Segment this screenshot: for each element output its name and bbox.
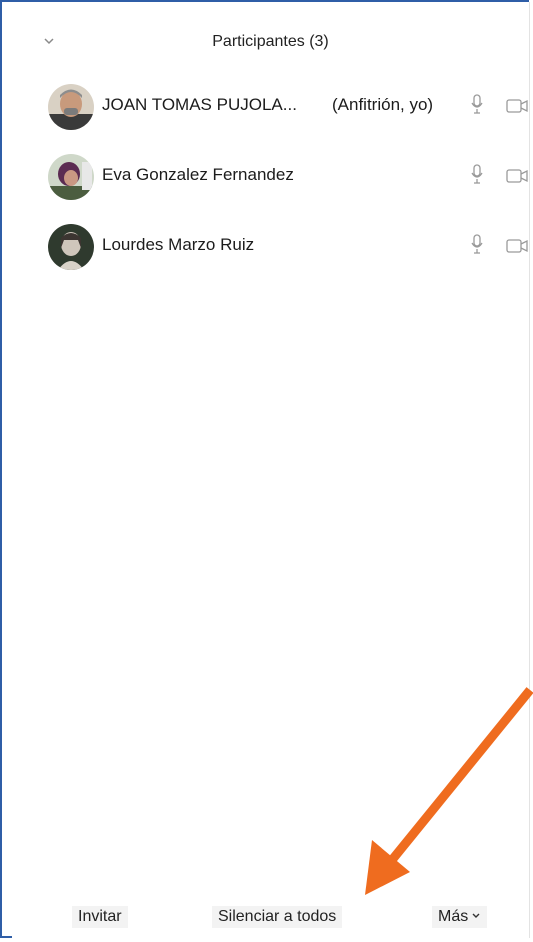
chevron-down-icon bbox=[471, 908, 481, 926]
more-button-label: Más bbox=[438, 908, 469, 925]
video-camera-icon[interactable] bbox=[506, 168, 530, 184]
avatar bbox=[48, 84, 94, 130]
microphone-icon[interactable] bbox=[470, 163, 484, 187]
microphone-icon[interactable] bbox=[470, 93, 484, 117]
participant-role: (Anfitrión, yo) bbox=[332, 95, 434, 114]
participant-row[interactable]: JOAN TOMAS PUJOLA... (Anfitrión, yo) bbox=[12, 78, 529, 134]
more-button[interactable]: Más bbox=[432, 906, 488, 928]
video-camera-icon[interactable] bbox=[506, 98, 530, 114]
invite-button[interactable]: Invitar bbox=[72, 906, 128, 928]
avatar bbox=[48, 154, 94, 200]
mute-all-button[interactable]: Silenciar a todos bbox=[212, 906, 343, 928]
mute-all-button-label: Silenciar a todos bbox=[218, 908, 337, 925]
participant-row[interactable]: Lourdes Marzo Ruiz bbox=[12, 218, 529, 274]
panel-title: Participantes (3) bbox=[212, 33, 329, 50]
window-frame: Participantes (3) JOAN TOMAS PUJOLA... (… bbox=[0, 0, 530, 938]
video-camera-icon[interactable] bbox=[506, 238, 530, 254]
participant-name: JOAN TOMAS PUJOLA... bbox=[102, 95, 297, 114]
participant-name: Eva Gonzalez Fernandez bbox=[102, 165, 294, 184]
participants-panel: Participantes (3) JOAN TOMAS PUJOLA... (… bbox=[12, 2, 530, 938]
microphone-icon[interactable] bbox=[470, 233, 484, 257]
panel-footer: Invitar Silenciar a todos Más bbox=[12, 890, 529, 938]
participant-name: Lourdes Marzo Ruiz bbox=[102, 235, 255, 254]
avatar bbox=[48, 224, 94, 270]
participant-row[interactable]: Eva Gonzalez Fernandez bbox=[12, 148, 529, 204]
panel-header: Participantes (3) bbox=[12, 26, 529, 62]
invite-button-label: Invitar bbox=[78, 908, 122, 925]
